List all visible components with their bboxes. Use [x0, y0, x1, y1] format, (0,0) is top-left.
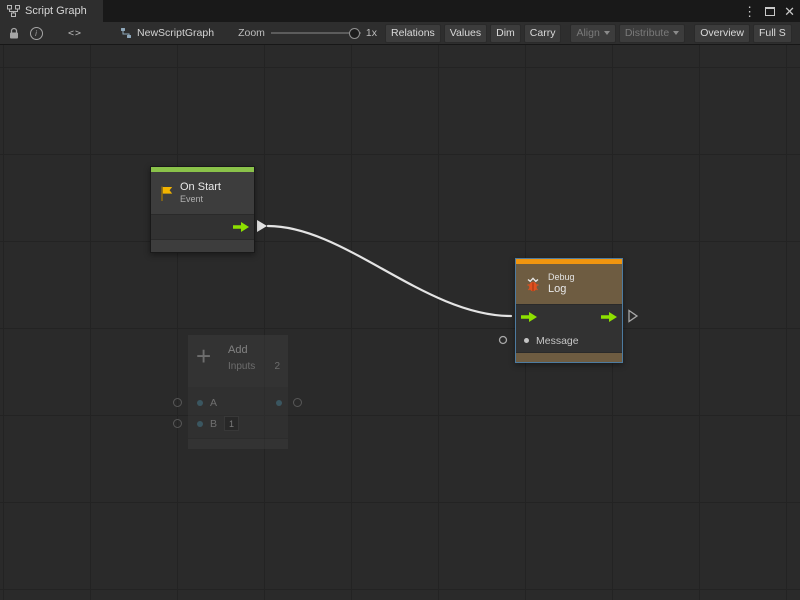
relations-button-label: Relations: [391, 27, 435, 39]
input-hint-circle-icon: [500, 337, 507, 344]
node-subtitle: Event: [180, 194, 221, 205]
script-graph-window: Script Graph ⋮ ✕ i <>: [0, 0, 800, 600]
close-icon[interactable]: ✕: [784, 5, 795, 18]
add-node-ports: A B 1: [188, 387, 288, 438]
node-category: Debug: [548, 272, 575, 283]
dropdown-caret-icon: [604, 31, 610, 35]
zoom-value: 1x: [366, 27, 377, 39]
info-icon[interactable]: i: [28, 22, 44, 44]
port-a-label: A: [210, 397, 217, 409]
flag-icon: [159, 185, 174, 202]
overview-button-label: Overview: [700, 27, 744, 39]
on-start-ports: [151, 214, 254, 239]
values-button[interactable]: Values: [444, 24, 487, 43]
plus-icon: +: [196, 342, 222, 382]
inputs-label: Inputs: [228, 361, 255, 372]
on-start-node[interactable]: On Start Event: [150, 166, 255, 253]
tab-title: Script Graph: [25, 5, 87, 17]
script-graph-asset-icon: [120, 27, 132, 39]
values-button-label: Values: [450, 27, 481, 39]
debug-log-header[interactable]: Debug Log: [516, 264, 622, 304]
add-node[interactable]: + Add Inputs 2 A B 1: [188, 335, 288, 449]
toolbar: i <> NewScriptGraph Zoom 1x Relations Va…: [0, 22, 800, 45]
output-hint-triangle-icon: [629, 311, 637, 322]
tab-script-graph[interactable]: Script Graph: [0, 0, 103, 22]
message-port-label: Message: [536, 335, 579, 347]
titlebar: Script Graph ⋮ ✕: [0, 0, 800, 22]
maximize-icon[interactable]: [765, 5, 775, 18]
node-title: Add: [228, 344, 280, 358]
align-button[interactable]: Align: [570, 24, 615, 43]
port-hint-circle-icon: [173, 419, 182, 428]
zoom-slider-track: [271, 32, 361, 34]
node-title: On Start: [180, 181, 221, 195]
control-output-port[interactable]: [601, 312, 617, 322]
port-row-b: B 1: [188, 413, 288, 434]
zoom-slider-knob[interactable]: [349, 28, 360, 39]
code-icon[interactable]: <>: [68, 22, 82, 44]
menu-icon[interactable]: ⋮: [743, 5, 756, 18]
carry-button-label: Carry: [530, 27, 556, 39]
debug-log-ports: [516, 304, 622, 329]
graph-canvas[interactable]: On Start Event: [0, 45, 800, 600]
node-title: Log: [548, 283, 575, 297]
port-b-value-field[interactable]: 1: [224, 416, 239, 431]
control-flow-wire: [268, 226, 511, 316]
distribute-button[interactable]: Distribute: [619, 24, 685, 43]
port-hint-circle-icon: [173, 398, 182, 407]
dim-button-label: Dim: [496, 27, 515, 39]
on-start-header[interactable]: On Start Event: [151, 172, 254, 214]
wire-start-arrow-icon: [257, 220, 267, 232]
add-node-header[interactable]: + Add Inputs 2: [188, 335, 288, 387]
align-button-label: Align: [576, 27, 599, 39]
value-input-port-b[interactable]: [197, 421, 203, 427]
dropdown-caret-icon: [673, 31, 679, 35]
node-footer: [188, 438, 288, 449]
connections-layer: [0, 45, 800, 600]
window-controls: ⋮ ✕: [743, 0, 795, 22]
graph-asset[interactable]: NewScriptGraph: [120, 27, 214, 39]
inputs-count[interactable]: 2: [274, 361, 280, 372]
value-output-port[interactable]: [276, 400, 282, 406]
bug-icon: [524, 275, 542, 294]
zoom-slider[interactable]: [271, 27, 361, 39]
dim-button[interactable]: Dim: [490, 24, 521, 43]
control-input-port[interactable]: [521, 312, 537, 322]
carry-button[interactable]: Carry: [524, 24, 562, 43]
port-row-a: A: [188, 392, 288, 413]
node-footer: [516, 352, 622, 362]
debug-log-node[interactable]: Debug Log Message: [515, 258, 623, 363]
fullscreen-button[interactable]: Full S: [753, 24, 792, 43]
graph-icon: [7, 5, 20, 17]
zoom-label: Zoom: [238, 27, 265, 39]
distribute-button-label: Distribute: [625, 27, 669, 39]
graph-name: NewScriptGraph: [137, 27, 214, 39]
control-output-port[interactable]: [233, 222, 249, 232]
overview-button[interactable]: Overview: [694, 24, 750, 43]
node-footer: [151, 239, 254, 252]
fullscreen-button-label: Full S: [759, 27, 786, 39]
message-input-port[interactable]: [524, 338, 529, 343]
value-input-port-a[interactable]: [197, 400, 203, 406]
relations-button[interactable]: Relations: [385, 24, 441, 43]
port-b-label: B: [210, 418, 217, 430]
message-port-row: Message: [516, 329, 622, 352]
port-hint-circle-icon: [293, 398, 302, 407]
lock-icon[interactable]: [6, 22, 22, 44]
